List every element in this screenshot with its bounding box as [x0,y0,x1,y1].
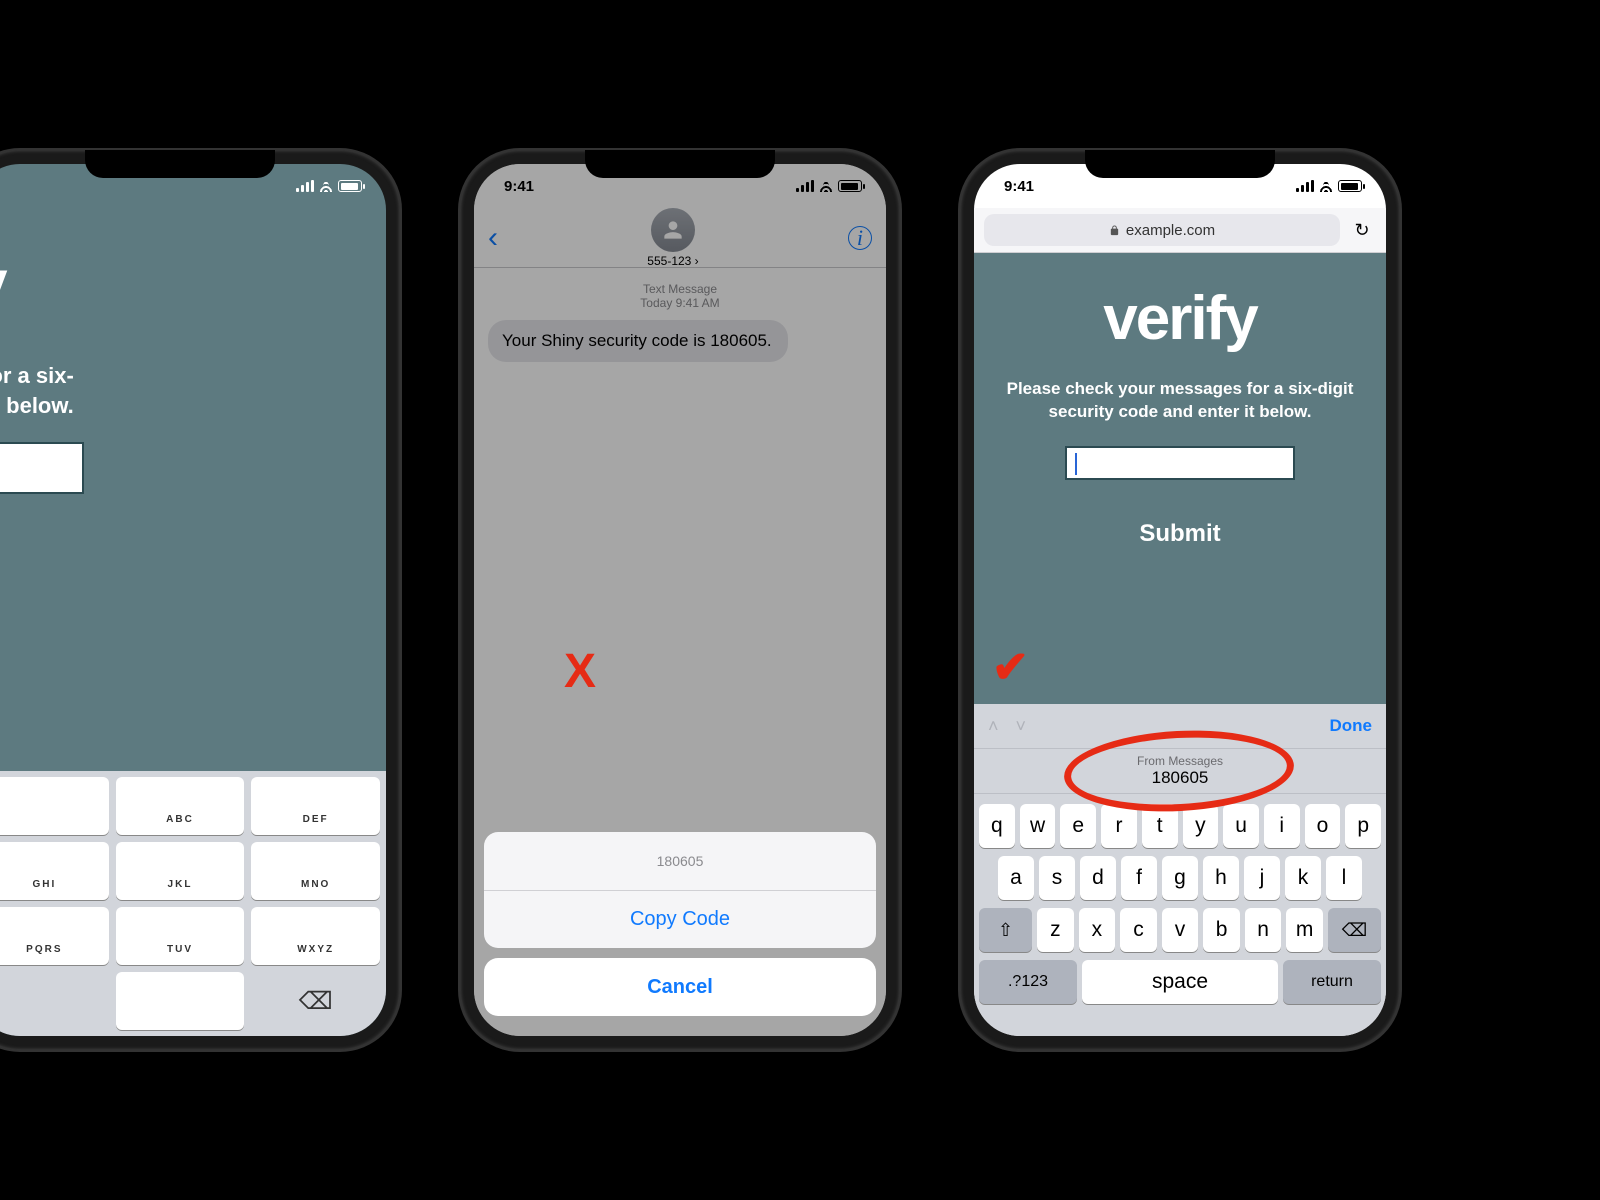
key-f[interactable]: f [1121,856,1157,900]
key-w[interactable]: w [1020,804,1056,848]
key-t[interactable]: t [1142,804,1178,848]
backspace-key[interactable]: ⌫ [251,972,380,1030]
key-l[interactable]: l [1326,856,1362,900]
phone-middle: 9:41 ‹ 555-123 › i Text [460,150,900,1050]
wifi-icon [318,180,334,192]
annotation-x-icon: X [564,644,596,699]
message-bubble[interactable]: Your Shiny security code is 180605. [488,320,788,362]
status-time: 9:41 [1004,178,1034,195]
key-j[interactable]: j [1244,856,1280,900]
key-x[interactable]: x [1079,908,1116,952]
space-key[interactable]: space [1082,960,1278,1004]
nav-bar: ‹ 555-123 › i [474,208,886,268]
key-b[interactable]: b [1203,908,1240,952]
key-p[interactable]: p [1345,804,1381,848]
instruction-text: our messages for a six- code and enter i… [0,361,74,420]
suggestion-label: From Messages [1137,754,1223,768]
sheet-title: 180605 [484,832,876,890]
cancel-button[interactable]: Cancel [484,958,876,1016]
autofill-suggestion[interactable]: From Messages 180605 [974,748,1386,794]
key-a[interactable]: a [998,856,1034,900]
number-keypad: 12ABC3DEF 4GHI5JKL6MNO 7PQRS8TUV9WXYZ0⌫ [0,771,386,1036]
key-u[interactable]: u [1223,804,1259,848]
keypad-5[interactable]: 5JKL [116,842,245,900]
keypad-6[interactable]: 6MNO [251,842,380,900]
action-sheet: 180605 Copy Code Cancel [484,832,876,1016]
form-nav-arrows[interactable]: ˄ ˅ [988,716,1032,737]
keypad-2[interactable]: 2ABC [116,777,245,835]
annotation-check-icon: ✔ [992,642,1029,693]
code-input[interactable] [1065,446,1295,480]
wifi-icon [1318,180,1334,192]
key-g[interactable]: g [1162,856,1198,900]
keypad-1[interactable]: 1 [0,777,109,835]
key-z[interactable]: z [1037,908,1074,952]
key-o[interactable]: o [1305,804,1341,848]
numbers-key[interactable]: .?123 [979,960,1077,1004]
signal-icon [796,180,814,192]
done-button[interactable]: Done [1330,716,1373,736]
keypad-3[interactable]: 3DEF [251,777,380,835]
key-k[interactable]: k [1285,856,1321,900]
back-button[interactable]: ‹ [488,221,498,255]
suggestion-code: 180605 [1152,768,1209,788]
address-bar: example.com ↻ [974,208,1386,253]
contact-header[interactable]: 555-123 › [647,208,698,268]
qwerty-keyboard: ˄ ˅ Done From Messages 180605 qwertyuiop… [974,704,1386,1036]
keypad-8[interactable]: 8TUV [116,907,245,965]
battery-icon [338,180,362,192]
contact-name: 555-123 [647,254,691,268]
page-title: erify [0,238,6,337]
status-time: 9:41 [504,178,534,195]
key-y[interactable]: y [1183,804,1219,848]
page-title: verify [1103,283,1256,354]
key-m[interactable]: m [1286,908,1323,952]
copy-code-button[interactable]: Copy Code [484,890,876,948]
submit-button[interactable]: Submit [1139,520,1220,548]
lock-icon [1109,224,1120,237]
key-e[interactable]: e [1060,804,1096,848]
shift-key[interactable]: ⇧ [979,908,1032,952]
keypad-9[interactable]: 9WXYZ [251,907,380,965]
return-key[interactable]: return [1283,960,1381,1004]
battery-icon [838,180,862,192]
key-s[interactable]: s [1039,856,1075,900]
key-n[interactable]: n [1245,908,1282,952]
key-d[interactable]: d [1080,856,1116,900]
url-text: example.com [1126,222,1215,239]
signal-icon [296,180,314,192]
key-r[interactable]: r [1101,804,1137,848]
reload-button[interactable]: ↻ [1348,220,1376,241]
keypad-7[interactable]: 7PQRS [0,907,109,965]
info-button[interactable]: i [848,226,872,250]
keypad-4[interactable]: 4GHI [0,842,109,900]
url-field[interactable]: example.com [984,214,1340,246]
battery-icon [1338,180,1362,192]
instruction-text: Please check your messages for a six-dig… [1002,378,1358,424]
signal-icon [1296,180,1314,192]
key-c[interactable]: c [1120,908,1157,952]
backspace-key[interactable]: ⌫ [1328,908,1381,952]
phone-left: erify our messages for a six- code and e… [0,150,400,1050]
key-i[interactable]: i [1264,804,1300,848]
avatar-icon [651,208,695,252]
wifi-icon [818,180,834,192]
keypad-0[interactable]: 0 [116,972,245,1030]
key-q[interactable]: q [979,804,1015,848]
phone-right: 9:41 example.com ↻ verify Please check y… [960,150,1400,1050]
timestamp: Text MessageToday 9:41 AM [488,282,872,310]
key-v[interactable]: v [1162,908,1199,952]
code-input[interactable] [0,442,84,494]
key-h[interactable]: h [1203,856,1239,900]
